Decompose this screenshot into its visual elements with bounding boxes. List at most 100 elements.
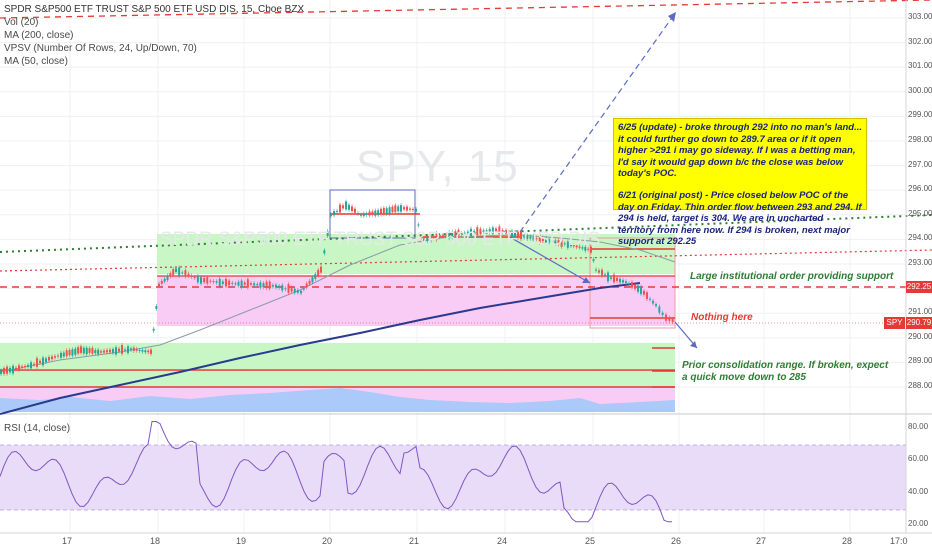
price-axis-label: 288.00 xyxy=(908,381,932,390)
candle-body xyxy=(215,281,218,283)
candle-body xyxy=(628,283,630,285)
rsi-axis[interactable]: 80.00 60.00 40.00 20.00 xyxy=(906,414,932,533)
price-axis[interactable]: 303.00 302.00 301.00 300.00 299.00 298.00 297.… xyxy=(906,0,932,414)
candle-body xyxy=(200,277,202,284)
candle-body xyxy=(412,209,414,211)
candle-body xyxy=(30,362,32,369)
candle-body xyxy=(196,275,199,283)
candle-body xyxy=(228,280,231,286)
candle-body xyxy=(382,208,385,215)
candle-body xyxy=(305,283,308,288)
candle-body xyxy=(256,283,259,286)
candle-body xyxy=(415,208,417,212)
candle-body xyxy=(225,278,227,287)
candle-body xyxy=(351,206,353,212)
chart-title[interactable]: SPDR S&P500 ETF TRUST S&P 500 ETF USD DI… xyxy=(4,4,304,15)
time-axis-label: 26 xyxy=(671,536,682,546)
candle-body xyxy=(604,274,606,276)
candle-body xyxy=(124,349,126,351)
indicator-volume[interactable]: Vol (20) xyxy=(4,17,38,28)
candle-body xyxy=(33,363,35,365)
candle-body xyxy=(243,282,246,285)
candle-body xyxy=(27,364,29,367)
value-area-low-box-b xyxy=(0,370,675,388)
large-order-label[interactable]: Large institutional order providing supp… xyxy=(690,271,893,283)
candle-body xyxy=(409,208,411,210)
candle-body xyxy=(24,366,26,368)
candle-body xyxy=(348,204,350,210)
candle-body xyxy=(406,206,408,211)
candle-body xyxy=(646,292,648,299)
rsi-axis-label: 40.00 xyxy=(908,486,929,496)
watermark-name: SPDR S&P500 ETF TRUST S&P 500 ETF USD DI… xyxy=(160,229,601,250)
candle-body xyxy=(209,280,212,282)
candle-body xyxy=(259,282,262,288)
candle-body xyxy=(132,347,135,351)
price-axis-label: 296.00 xyxy=(908,184,932,194)
candle-body xyxy=(246,279,249,288)
candle-body xyxy=(601,269,603,276)
candle-body xyxy=(625,281,627,283)
candle-body xyxy=(371,211,374,215)
candle-body xyxy=(109,349,111,353)
candle-body xyxy=(172,269,175,276)
indicator-ma200[interactable]: MA (200, close) xyxy=(4,30,73,41)
candle-body xyxy=(187,273,190,277)
candle-body xyxy=(169,273,172,277)
candle-body xyxy=(336,210,338,212)
candle-body xyxy=(184,270,187,277)
indicator-ma50[interactable]: MA (50, close) xyxy=(4,56,68,67)
nothing-here-label[interactable]: Nothing here xyxy=(691,312,753,324)
candle-body xyxy=(48,357,50,361)
candle-body xyxy=(598,270,600,273)
candle-body xyxy=(65,350,68,357)
price-axis-label: 289.00 xyxy=(908,356,932,366)
candle-body xyxy=(147,350,150,353)
symbol-tag: SPY xyxy=(884,317,905,329)
candle-body xyxy=(308,280,311,284)
candle-body xyxy=(127,346,129,353)
time-axis-label: 19 xyxy=(236,536,247,546)
candle-body xyxy=(130,348,132,350)
candle-body xyxy=(360,214,362,216)
candle-body xyxy=(18,365,20,370)
candle-body xyxy=(385,208,388,215)
candle-body xyxy=(333,211,335,216)
candle-body xyxy=(365,213,368,215)
candle-body xyxy=(36,358,38,367)
candle-body xyxy=(262,283,265,288)
candle-body xyxy=(250,283,252,285)
candle-body xyxy=(668,317,671,321)
rsi-axis-label: 20.00 xyxy=(908,519,929,528)
candle-body xyxy=(417,224,420,226)
candle-body xyxy=(265,281,268,289)
candle-body xyxy=(619,278,621,283)
time-axis-label: 27 xyxy=(756,536,767,546)
rsi-axis-label: 80.00 xyxy=(908,422,929,431)
price-axis-label: 293.00 xyxy=(908,258,932,267)
time-axis-label: 18 xyxy=(150,536,161,546)
indicator-rsi[interactable]: RSI (14, close) xyxy=(4,423,70,434)
indicator-vpsv[interactable]: VPSV (Number Of Rows, 24, Up/Down, 70) xyxy=(4,43,197,54)
candle-body xyxy=(138,349,141,351)
candle-body xyxy=(595,269,597,271)
candle-body xyxy=(158,283,160,287)
candle-body xyxy=(397,206,400,212)
consolidation-label-1[interactable]: Prior consolidation range. If broken, ex… xyxy=(682,360,888,372)
candle-body xyxy=(388,207,391,215)
candle-body xyxy=(290,287,293,292)
price-axis-label: 300.00 xyxy=(908,85,932,95)
candle-body xyxy=(68,349,71,356)
candle-body xyxy=(592,259,595,262)
consolidation-label-2[interactable]: a quick move down to 285 xyxy=(682,372,806,384)
time-axis[interactable]: 17 18 19 20 21 24 25 26 27 28 17:0 xyxy=(0,533,908,550)
candle-body xyxy=(622,280,624,283)
candle-body xyxy=(152,328,155,331)
candle-body xyxy=(115,347,117,355)
analysis-note[interactable]: 6/25 (update) - broke through 292 into n… xyxy=(613,118,867,247)
candle-body xyxy=(42,357,44,366)
candle-body xyxy=(640,286,642,295)
price-axis-label: 291.00 xyxy=(908,307,932,317)
candle-body xyxy=(377,210,380,216)
candle-body xyxy=(85,347,88,355)
